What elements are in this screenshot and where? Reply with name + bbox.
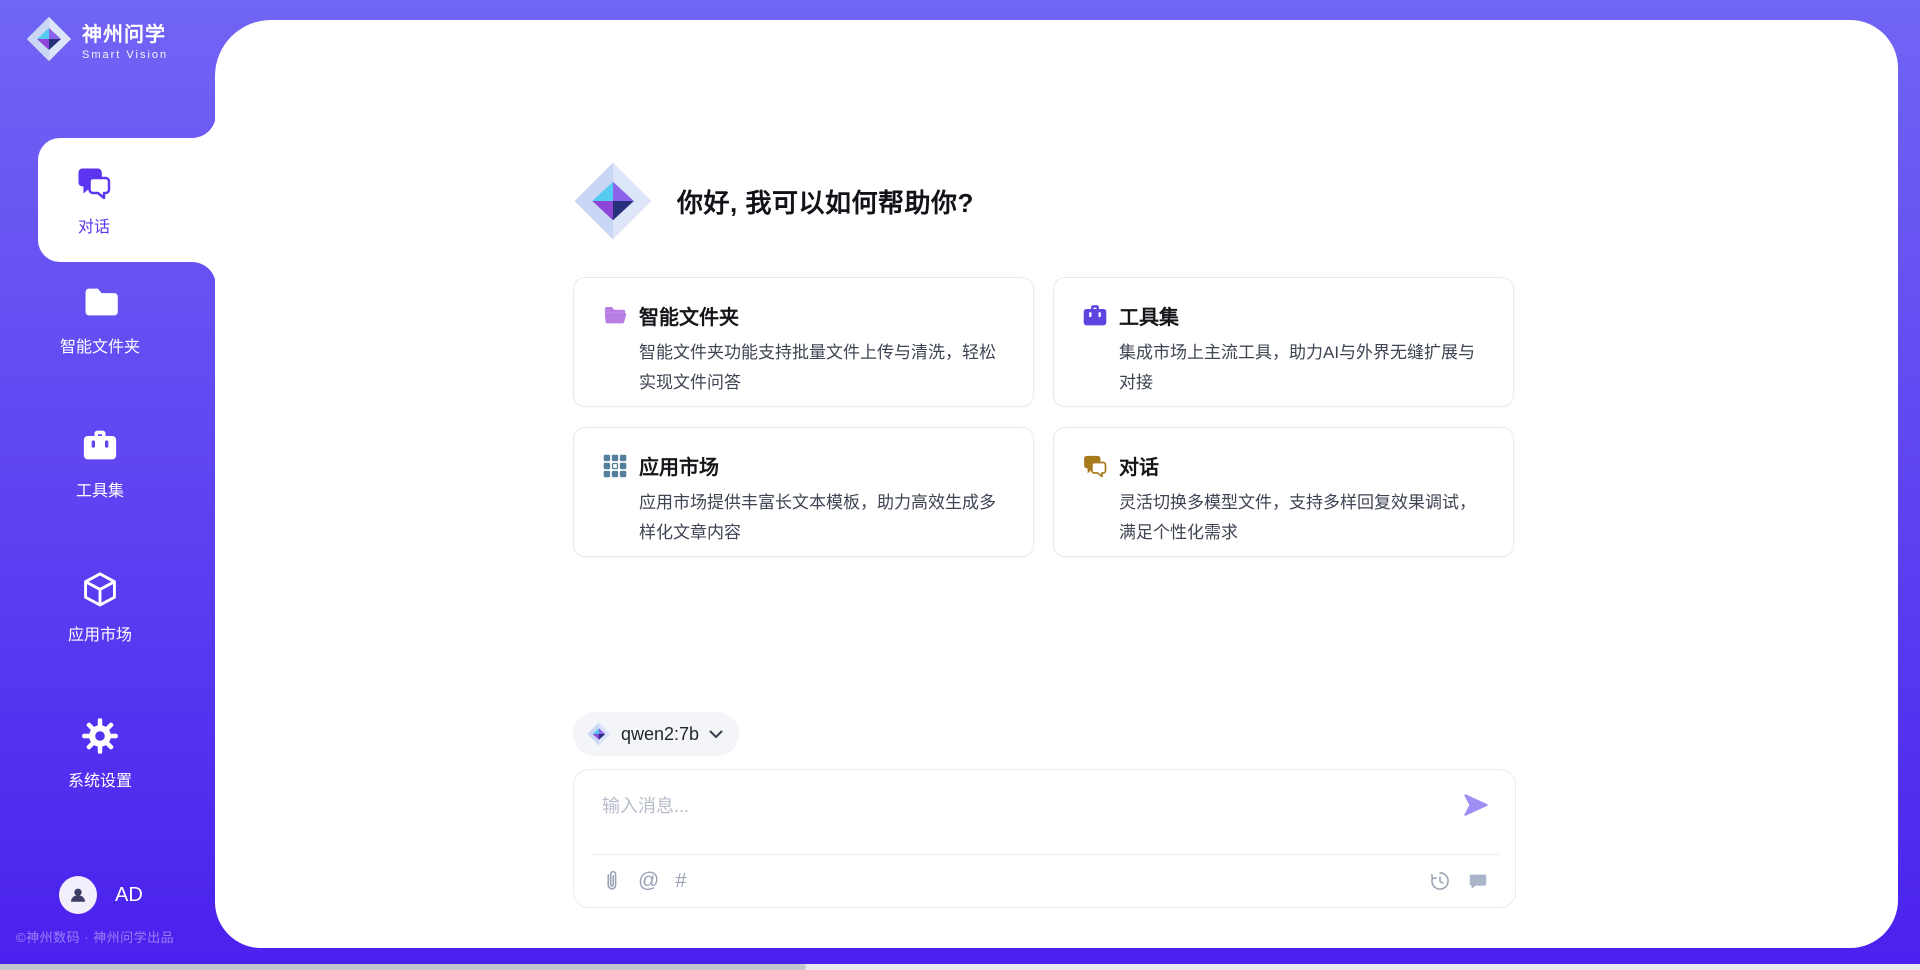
card-description: 灵活切换多模型文件，支持多样回复效果调试，满足个性化需求 — [1119, 488, 1487, 548]
sidebar-item-label: 工具集 — [76, 477, 124, 501]
model-selector[interactable]: qwen2:7b — [573, 712, 739, 756]
hash-icon[interactable]: # — [675, 870, 686, 892]
greeting-title: 你好, 我可以如何帮助你? — [677, 183, 974, 220]
sidebar-item-label: 智能文件夹 — [60, 333, 140, 357]
model-logo-icon — [587, 722, 611, 746]
attach-button[interactable] — [600, 870, 622, 892]
cube-icon — [80, 570, 120, 610]
avatar — [59, 876, 97, 914]
grid-icon — [601, 452, 629, 480]
feature-cards: 智能文件夹 智能文件夹功能支持批量文件上传与清洗，轻松实现文件问答 — [573, 277, 1514, 557]
sidebar-item-settings[interactable]: 系统设置 — [0, 716, 200, 791]
card-description: 集成市场上主流工具，助力AI与外界无缝扩展与对接 — [1119, 338, 1487, 398]
sidebar-item-chat[interactable]: 对话 — [38, 138, 216, 262]
sidebar-item-smart-folder[interactable]: 智能文件夹 — [0, 282, 200, 357]
chat-bubbles-icon — [1081, 452, 1109, 480]
main-panel: 你好, 我可以如何帮助你? 智能文件夹 智能文件夹功能支持批量文件上传与清洗，轻… — [215, 20, 1898, 948]
greeting-logo-icon — [573, 161, 653, 241]
sidebar-item-label: 对话 — [78, 213, 110, 237]
card-title: 智能文件夹 — [639, 301, 739, 330]
briefcase-icon — [1081, 302, 1109, 330]
send-button[interactable] — [1459, 788, 1493, 822]
history-icon — [1429, 870, 1451, 892]
scrollbar-thumb[interactable] — [0, 964, 806, 970]
user-name: AD — [115, 884, 143, 907]
send-icon — [1461, 790, 1491, 820]
person-icon — [67, 884, 89, 906]
composer-toolbar: @ # — [574, 854, 1515, 907]
folder-icon — [80, 282, 120, 322]
card-toolset[interactable]: 工具集 集成市场上主流工具，助力AI与外界无缝扩展与对接 — [1053, 277, 1514, 407]
message-input[interactable] — [574, 770, 1515, 832]
greeting: 你好, 我可以如何帮助你? — [573, 161, 974, 241]
tab-corner-top — [192, 114, 216, 138]
comment-icon — [1467, 870, 1489, 892]
sidebar-item-label: 系统设置 — [68, 767, 132, 791]
user-chip[interactable]: AD — [59, 876, 143, 914]
folder-open-icon — [601, 302, 629, 330]
briefcase-icon — [80, 426, 120, 466]
horizontal-scrollbar — [0, 964, 1920, 970]
gear-icon — [80, 716, 120, 756]
composer: @ # — [573, 769, 1516, 908]
diamond-logo-icon — [26, 16, 72, 62]
history-button[interactable] — [1429, 870, 1451, 892]
brand: 神州问学 Smart Vision — [26, 16, 168, 62]
card-description: 应用市场提供丰富长文本模板，助力高效生成多样化文章内容 — [639, 488, 1007, 548]
model-selector-value: qwen2:7b — [621, 724, 699, 745]
card-description: 智能文件夹功能支持批量文件上传与清洗，轻松实现文件问答 — [639, 338, 1007, 398]
paperclip-icon — [600, 870, 622, 892]
comment-button[interactable] — [1467, 870, 1489, 892]
copyright: ©神州数码 · 神州问学出品 — [16, 927, 174, 946]
brand-name: 神州问学 — [82, 18, 168, 47]
at-icon[interactable]: @ — [638, 870, 659, 892]
card-title: 工具集 — [1119, 301, 1179, 330]
card-smart-folder[interactable]: 智能文件夹 智能文件夹功能支持批量文件上传与清洗，轻松实现文件问答 — [573, 277, 1034, 407]
sidebar-item-app-market[interactable]: 应用市场 — [0, 570, 200, 645]
card-title: 应用市场 — [639, 451, 719, 480]
sidebar-item-toolset[interactable]: 工具集 — [0, 426, 200, 501]
brand-subtitle: Smart Vision — [82, 49, 168, 61]
chat-bubbles-icon — [74, 163, 114, 203]
sidebar-item-label: 应用市场 — [68, 621, 132, 645]
card-app-market[interactable]: 应用市场 应用市场提供丰富长文本模板，助力高效生成多样化文章内容 — [573, 427, 1034, 557]
app-background: 神州问学 Smart Vision 对话 智能文件夹 — [0, 0, 1920, 970]
chevron-down-icon — [709, 730, 723, 739]
card-title: 对话 — [1119, 451, 1159, 480]
card-chat[interactable]: 对话 灵活切换多模型文件，支持多样回复效果调试，满足个性化需求 — [1053, 427, 1514, 557]
